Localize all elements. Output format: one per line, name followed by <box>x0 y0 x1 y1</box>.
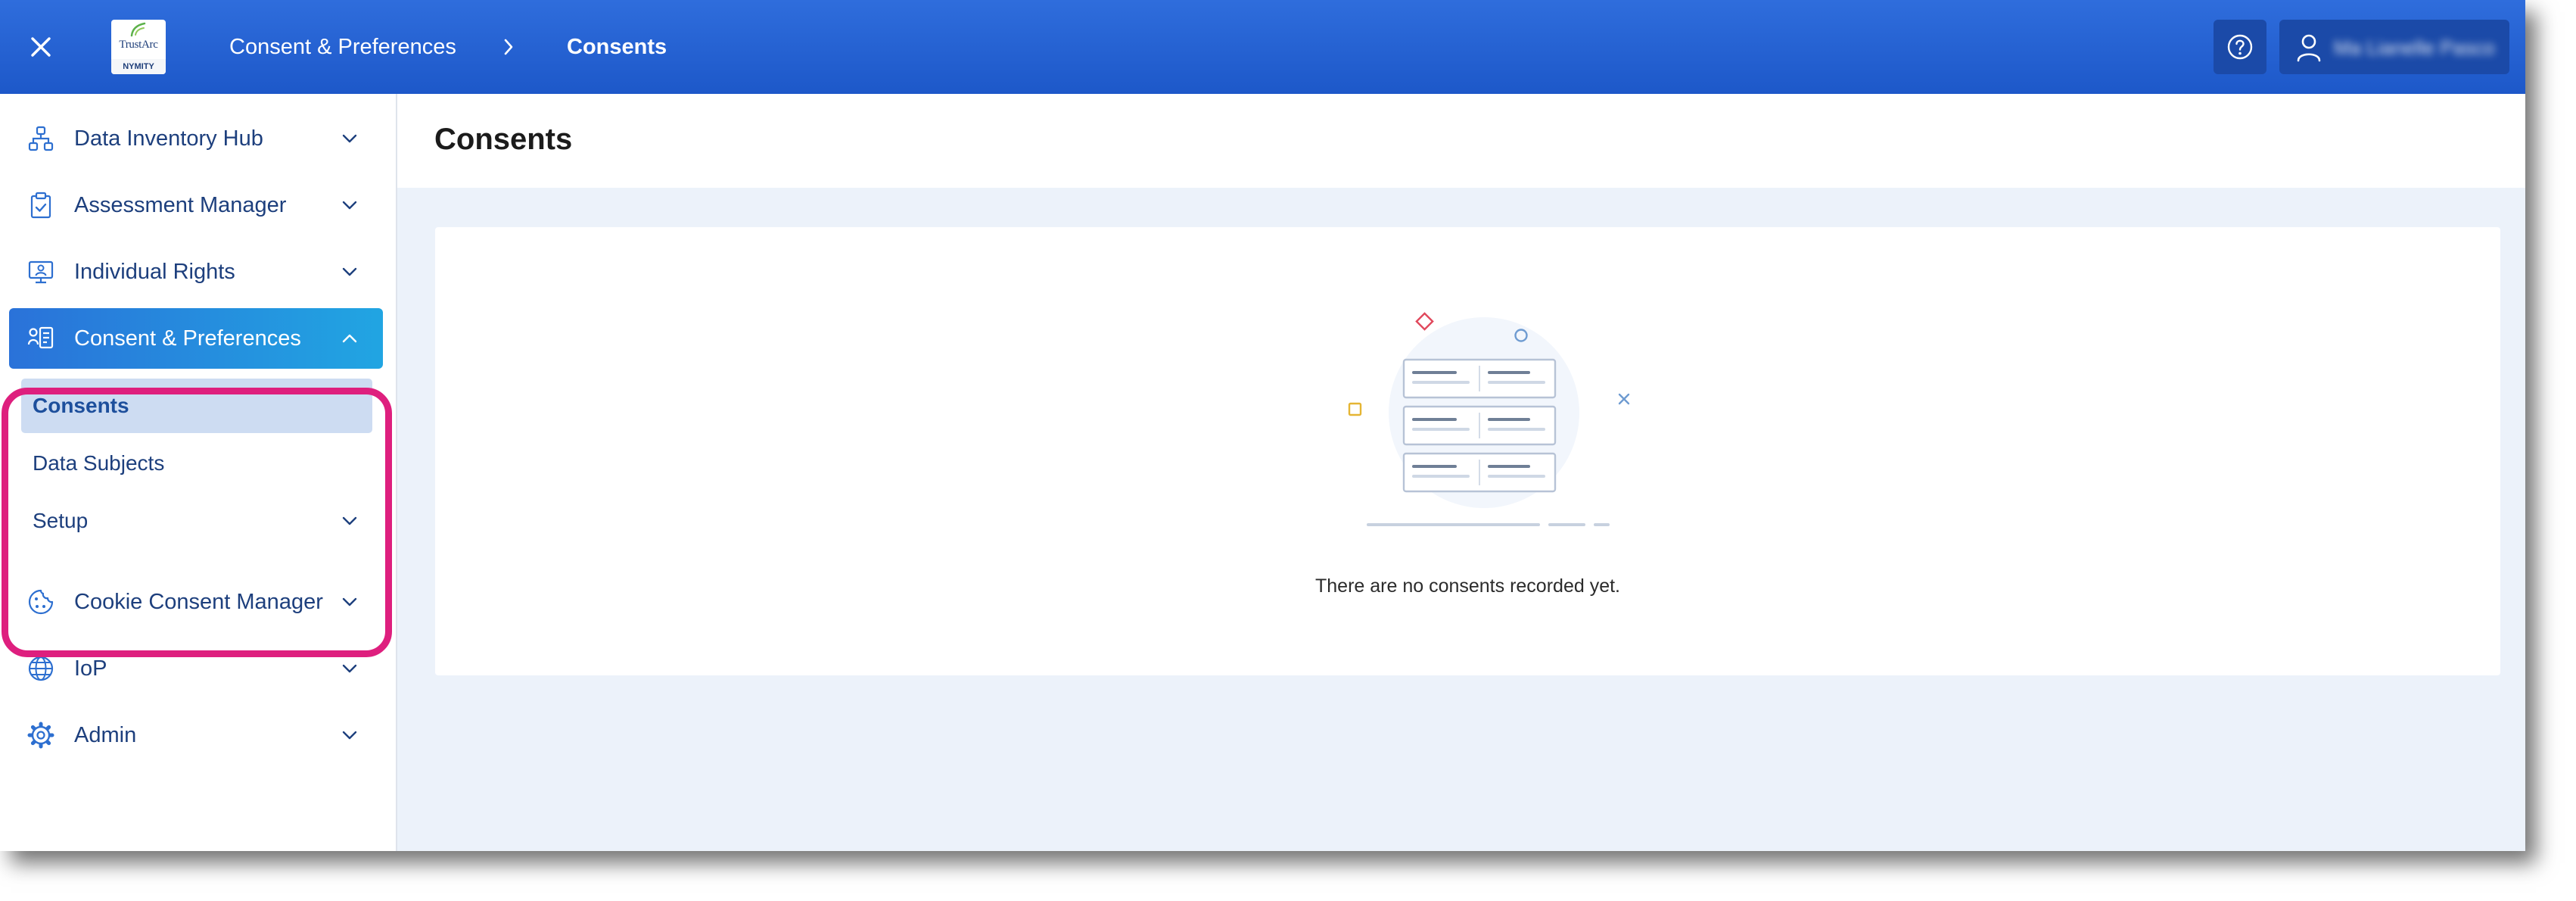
logo-sub: NYMITY <box>111 59 166 74</box>
main-content: Consents There are no consents recorded … <box>397 94 2525 851</box>
sidebar-item-assessment-manager[interactable]: Assessment Manager <box>9 175 383 235</box>
logo-leaf-icon <box>130 22 146 37</box>
sidebar-item-iop[interactable]: IoP <box>9 638 383 699</box>
sidebar-subitem-label: Data Subjects <box>33 451 165 475</box>
user-menu-button[interactable]: Ma Lianelle Pasco <box>2279 20 2509 74</box>
sidebar-item-label: Assessment Manager <box>74 193 287 217</box>
close-button[interactable] <box>21 24 61 70</box>
monitor-user-icon <box>28 260 54 284</box>
sidebar-item-label: Cookie Consent Manager <box>74 590 323 614</box>
sidebar-item-label: Consent & Preferences <box>74 326 301 351</box>
chevron-down-icon <box>342 516 357 525</box>
sidebar-item-individual-rights[interactable]: Individual Rights <box>9 242 383 302</box>
empty-table-illustration <box>1348 312 1630 526</box>
sidebar-subitem-label: Setup <box>33 509 89 532</box>
chevron-down-icon <box>342 267 357 276</box>
empty-state-card: There are no consents recorded yet. <box>435 227 2500 675</box>
top-bar: TrustArc NYMITY Consent & Preferences Co… <box>0 0 2525 94</box>
user-icon <box>2297 34 2321 62</box>
page-title: Consents <box>434 123 573 156</box>
sidebar-item-cookie-consent-manager[interactable]: Cookie Consent Manager <box>9 572 383 632</box>
gear-icon <box>27 722 54 749</box>
chevron-right-icon <box>504 39 513 55</box>
clipboard-check-icon <box>30 192 51 219</box>
chevron-up-icon <box>342 334 357 343</box>
data-inventory-icon <box>28 126 54 151</box>
chevron-down-icon <box>342 134 357 143</box>
trustarc-logo[interactable]: TrustArc NYMITY <box>111 20 166 74</box>
sidebar-item-admin[interactable]: Admin <box>9 705 383 765</box>
chevron-down-icon <box>342 664 357 673</box>
user-name: Ma Lianelle Pasco <box>2334 36 2495 59</box>
chevron-down-icon <box>342 731 357 740</box>
sidebar-item-label: Individual Rights <box>74 260 235 284</box>
consent-icon <box>27 326 54 349</box>
sidebar-item-data-inventory-hub[interactable]: Data Inventory Hub <box>9 108 383 169</box>
sidebar-item-consent-preferences[interactable]: Consent & Preferences <box>9 308 383 369</box>
breadcrumb-current: Consents <box>567 35 667 59</box>
sidebar-subitem-consents[interactable]: Consents <box>21 379 372 433</box>
sidebar-subitem-label: Consents <box>33 394 129 417</box>
page-header: Consents <box>397 94 2525 188</box>
sidebar-subitem-setup[interactable]: Setup <box>21 494 372 548</box>
globe-icon <box>28 656 54 681</box>
help-circle-icon <box>2227 34 2253 60</box>
empty-state-message: There are no consents recorded yet. <box>1314 575 1620 597</box>
close-icon <box>31 37 51 57</box>
logo-brand: TrustArc <box>119 39 158 51</box>
sidebar-item-label: Data Inventory Hub <box>74 126 263 151</box>
cookie-icon <box>28 589 54 615</box>
chevron-down-icon <box>342 597 357 606</box>
sidebar-item-label: IoP <box>74 656 107 681</box>
breadcrumb-parent[interactable]: Consent & Preferences <box>229 30 456 64</box>
sidebar-item-label: Admin <box>74 723 137 747</box>
help-button[interactable] <box>2214 20 2266 74</box>
chevron-down-icon <box>342 201 357 210</box>
sidebar-subitem-data-subjects[interactable]: Data Subjects <box>21 436 372 491</box>
sidebar: Data Inventory Hub Assessment Manager In… <box>0 94 397 851</box>
app-window: TrustArc NYMITY Consent & Preferences Co… <box>0 0 2525 851</box>
